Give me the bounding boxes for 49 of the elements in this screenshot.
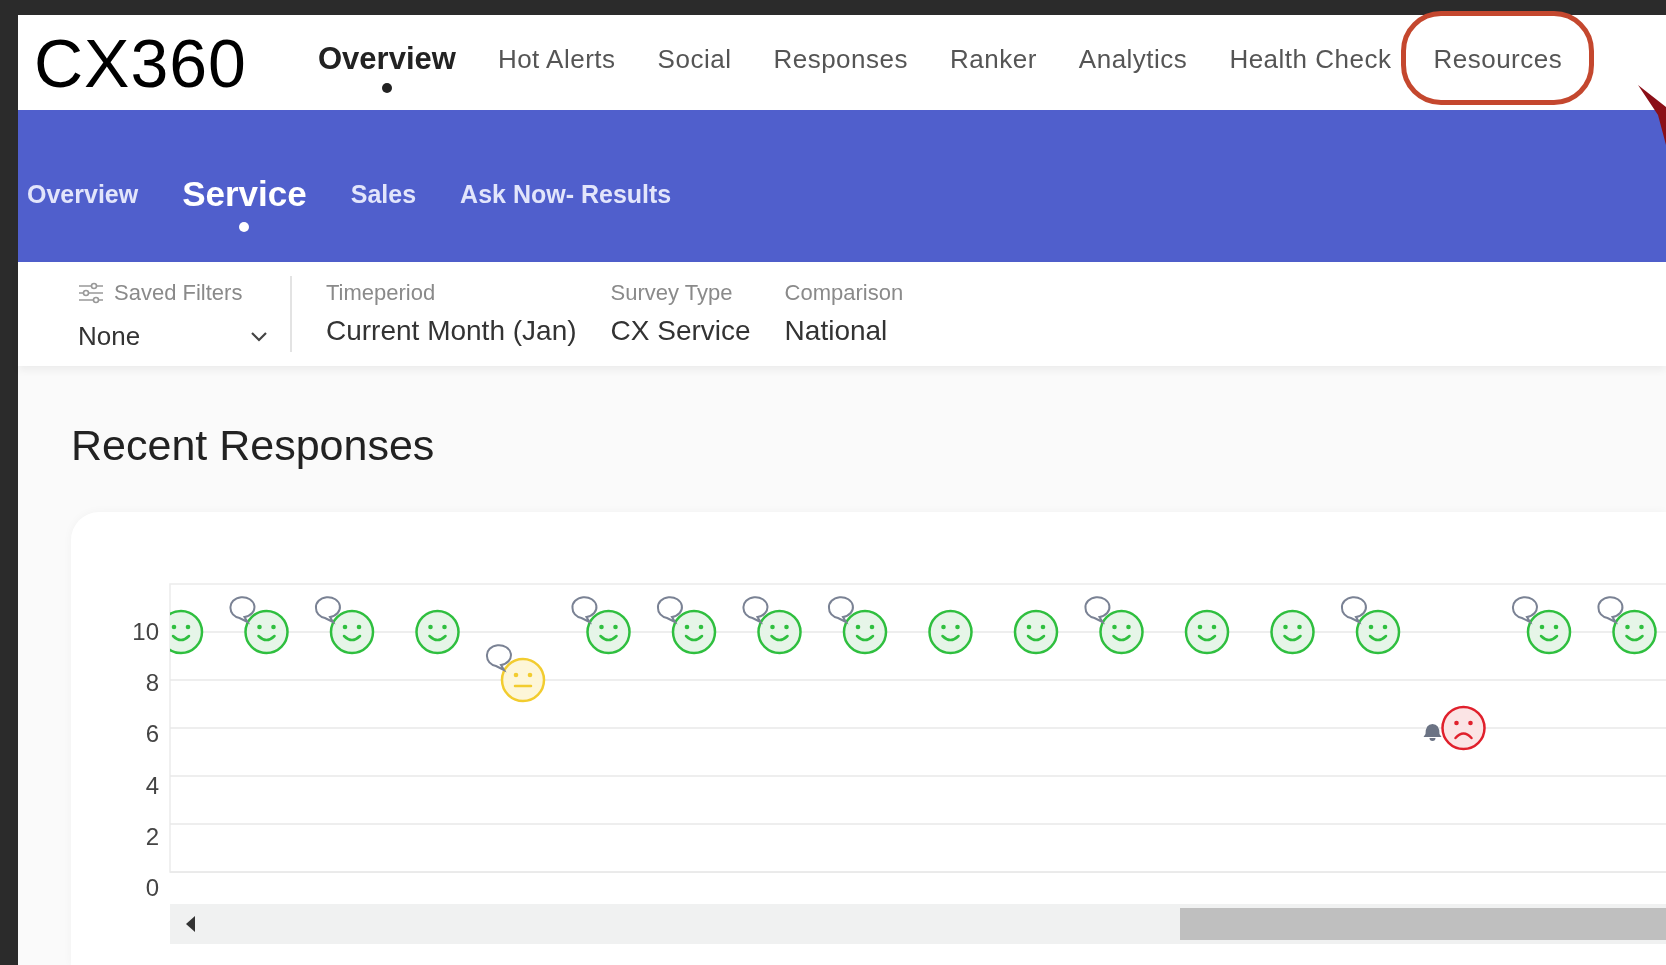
response-marker[interactable] — [656, 596, 717, 655]
nav-tab[interactable]: Ranker — [950, 40, 1037, 93]
response-marker[interactable] — [415, 609, 460, 655]
response-marker[interactable] — [742, 596, 802, 655]
pointer-arrow — [1638, 85, 1666, 145]
response-marker[interactable] — [1270, 609, 1315, 655]
section-tab[interactable]: Ask Now- Results — [460, 172, 672, 236]
response-marker[interactable] — [827, 596, 888, 655]
filter-value[interactable]: Current Month (Jan) — [326, 310, 577, 352]
axis-tick-label: 6 — [145, 720, 159, 748]
response-marker[interactable] — [485, 644, 546, 703]
axis-tick-label: 0 — [145, 874, 159, 901]
filter-value[interactable]: CX Service — [610, 310, 751, 352]
section-tab[interactable]: Sales — [350, 172, 417, 236]
response-marker[interactable] — [1423, 705, 1486, 751]
filter-value[interactable]: National — [784, 310, 904, 352]
nav-tab[interactable]: Resources — [1433, 40, 1563, 93]
horizontal-scrollbar[interactable] — [170, 904, 1666, 944]
nav-tab[interactable]: Overview — [318, 40, 456, 93]
response-marker[interactable] — [928, 609, 973, 655]
sliders-icon — [78, 281, 104, 304]
section-tab[interactable]: Service — [182, 172, 307, 236]
section-title: Recent Responses — [71, 424, 436, 467]
axis-tick-label: 2 — [145, 822, 159, 850]
axis-tick-label: 8 — [145, 669, 159, 697]
app-logo: CX360 — [34, 28, 248, 97]
scroll-left-icon[interactable] — [184, 915, 196, 933]
axis-tick-label: 10 — [132, 618, 159, 645]
chevron-down-icon — [250, 330, 268, 343]
nav-tab[interactable]: Hot Alerts — [497, 40, 616, 93]
filter-label: Saved Filters — [114, 279, 243, 307]
response-marker[interactable] — [170, 609, 204, 655]
response-marker[interactable] — [1340, 596, 1401, 655]
axis-tick-label: 4 — [145, 771, 159, 799]
response-marker[interactable] — [229, 596, 289, 655]
response-marker[interactable] — [571, 596, 631, 655]
scrollbar-thumb[interactable] — [1180, 908, 1666, 940]
response-marker[interactable] — [1084, 596, 1144, 655]
nav-tab[interactable]: Responses — [773, 40, 908, 93]
nav-tab[interactable]: Health Check — [1229, 40, 1392, 93]
response-marker[interactable] — [1184, 609, 1230, 655]
response-marker[interactable] — [1013, 609, 1059, 655]
response-marker[interactable] — [1597, 596, 1657, 655]
section-tab[interactable]: Overview — [27, 172, 139, 236]
response-marker[interactable] — [1511, 596, 1572, 655]
response-marker[interactable] — [314, 596, 375, 655]
nav-tab[interactable]: Social — [657, 40, 732, 93]
nav-tab[interactable]: Analytics — [1078, 40, 1188, 93]
saved-filter-dropdown[interactable]: None — [78, 317, 268, 356]
